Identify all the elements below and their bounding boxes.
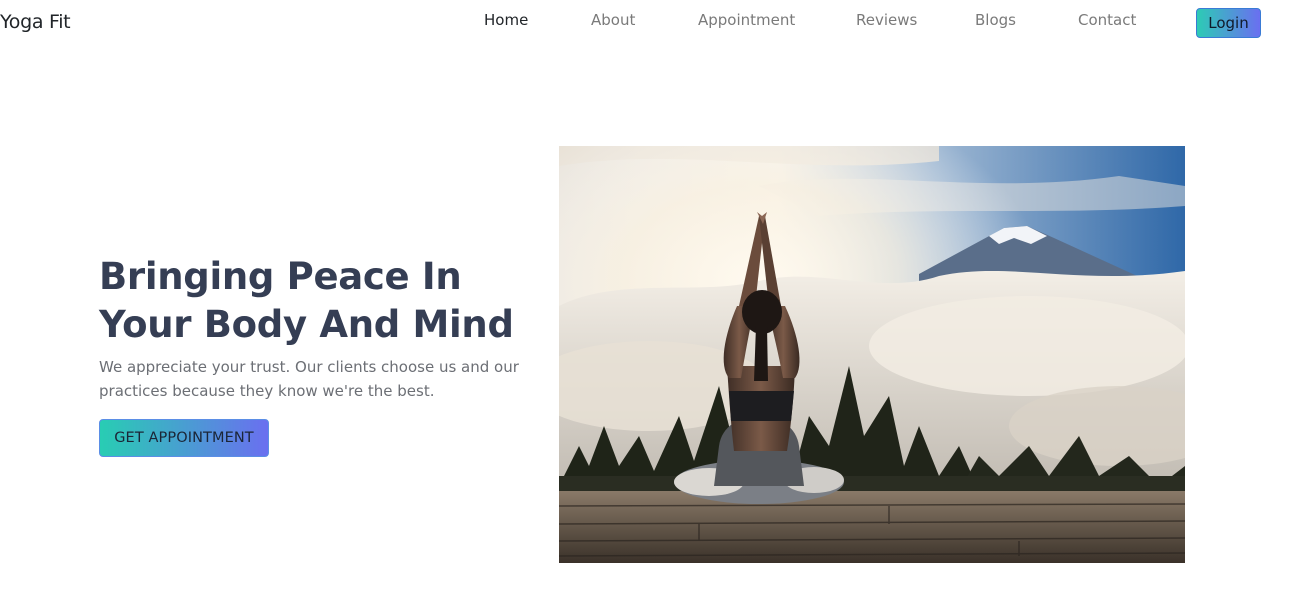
nav-link-blogs[interactable]: Blogs [975, 11, 1016, 29]
hero-title: Bringing Peace In Your Body And Mind [99, 255, 514, 346]
nav-link-about[interactable]: About [591, 11, 635, 29]
nav-link-home[interactable]: Home [484, 11, 528, 29]
navbar: Yoga Fit Home About Appointment Reviews … [0, 0, 1309, 48]
nav-link-reviews[interactable]: Reviews [856, 11, 917, 29]
hero-image [559, 146, 1185, 563]
login-button[interactable]: Login [1196, 8, 1261, 38]
nav-link-contact[interactable]: Contact [1078, 11, 1136, 29]
brand-logo[interactable]: Yoga Fit [0, 11, 71, 33]
nav-link-appointment[interactable]: Appointment [698, 11, 795, 29]
get-appointment-button[interactable]: GET APPOINTMENT [99, 419, 269, 457]
yoga-meditation-illustration [559, 146, 1185, 563]
hero-description: We appreciate your trust. Our clients ch… [99, 358, 519, 400]
